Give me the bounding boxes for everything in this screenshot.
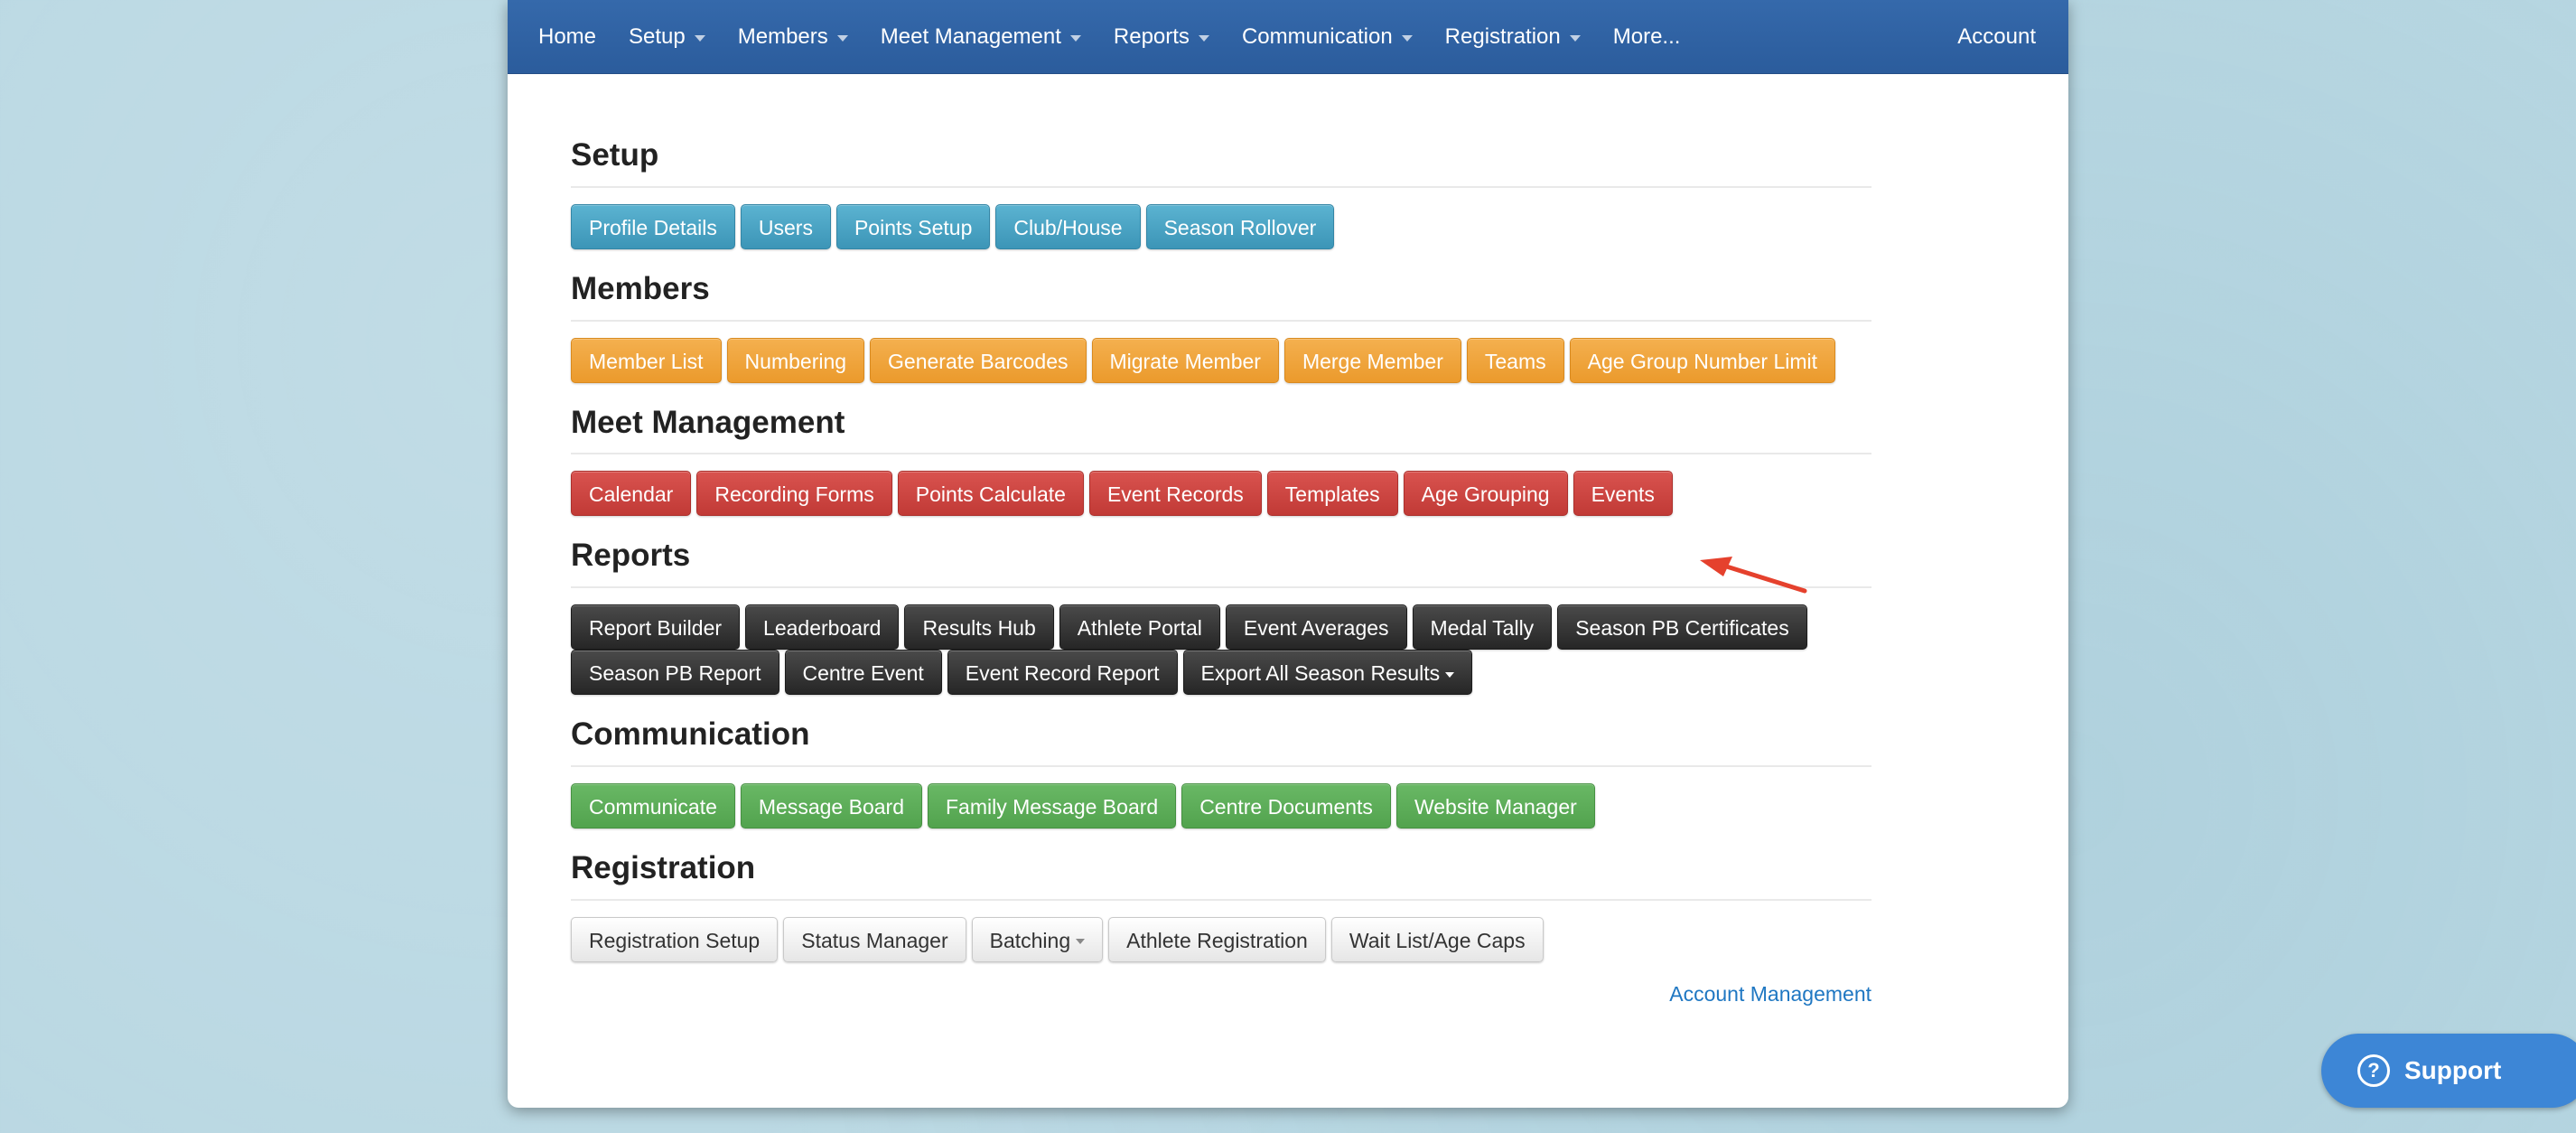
athlete-registration-button[interactable]: Athlete Registration [1108, 916, 1326, 962]
section-meet-management: Meet Management Calendar Recording Forms… [571, 403, 1871, 517]
migrate-member-button[interactable]: Migrate Member [1091, 337, 1279, 383]
event-record-report-button[interactable]: Event Record Report [947, 650, 1178, 695]
age-group-number-limit-button[interactable]: Age Group Number Limit [1569, 337, 1836, 383]
nav-communication-label: Communication [1241, 23, 1393, 49]
section-members: Members Member List Numbering Generate B… [571, 269, 1871, 383]
season-rollover-button[interactable]: Season Rollover [1145, 203, 1335, 249]
section-registration: Registration Registration Setup Status M… [571, 848, 1871, 962]
report-builder-button[interactable]: Report Builder [571, 604, 741, 650]
season-pb-report-button[interactable]: Season PB Report [571, 650, 779, 695]
section-title-reports: Reports [571, 536, 1871, 588]
recording-forms-button[interactable]: Recording Forms [696, 471, 892, 517]
main-panel: Home Setup Members Meet Management Repor… [508, 0, 2068, 1108]
nav-registration-label: Registration [1444, 23, 1561, 49]
athlete-portal-button[interactable]: Athlete Portal [1059, 604, 1220, 650]
dashboard-content: Setup Profile Details Users Points Setup… [571, 136, 1871, 1018]
registration-setup-button[interactable]: Registration Setup [571, 916, 779, 962]
section-setup: Setup Profile Details Users Points Setup… [571, 136, 1871, 249]
chevron-down-icon [1076, 939, 1086, 945]
nav-account-label: Account [1957, 23, 2036, 49]
event-averages-button[interactable]: Event Averages [1225, 604, 1407, 650]
generate-barcodes-button[interactable]: Generate Barcodes [870, 337, 1087, 383]
age-grouping-button[interactable]: Age Grouping [1403, 471, 1568, 517]
nav-setup[interactable]: Setup [629, 24, 705, 50]
leaderboard-button[interactable]: Leaderboard [745, 604, 900, 650]
wait-list-age-caps-button[interactable]: Wait List/Age Caps [1330, 916, 1544, 962]
section-title-members: Members [571, 269, 1871, 322]
chevron-down-icon [694, 34, 705, 42]
templates-button[interactable]: Templates [1266, 471, 1398, 517]
chevron-down-icon [1069, 34, 1081, 42]
nav-account[interactable]: Account [1957, 24, 2036, 50]
nav-more-label: More... [1612, 23, 1681, 49]
medal-tally-button[interactable]: Medal Tally [1412, 604, 1553, 650]
annotation-arrow [1700, 557, 1807, 594]
event-records-button[interactable]: Event Records [1088, 471, 1262, 517]
section-title-meet-management: Meet Management [571, 403, 1871, 455]
message-board-button[interactable]: Message Board [740, 782, 922, 829]
calendar-button[interactable]: Calendar [571, 471, 692, 517]
club-house-button[interactable]: Club/House [995, 203, 1141, 249]
centre-event-button[interactable]: Centre Event [784, 650, 942, 695]
nav-home-label: Home [538, 23, 597, 49]
chevron-down-icon [1198, 34, 1209, 42]
nav-setup-label: Setup [629, 23, 686, 49]
merge-member-button[interactable]: Merge Member [1283, 337, 1461, 383]
top-navbar: Home Setup Members Meet Management Repor… [508, 0, 2068, 74]
status-manager-button[interactable]: Status Manager [783, 916, 966, 962]
export-all-season-results-label: Export All Season Results [1200, 661, 1441, 685]
section-title-setup: Setup [571, 136, 1871, 188]
nav-reports[interactable]: Reports [1114, 24, 1209, 50]
nav-members[interactable]: Members [738, 24, 848, 50]
communicate-button[interactable]: Communicate [571, 782, 735, 829]
support-label: Support [2404, 1056, 2502, 1084]
nav-home[interactable]: Home [538, 24, 596, 50]
chevron-down-icon [1401, 34, 1413, 42]
section-title-communication: Communication [571, 715, 1871, 767]
batching-dropdown[interactable]: Batching [971, 916, 1104, 962]
points-setup-button[interactable]: Points Setup [835, 203, 991, 249]
support-button[interactable]: ? Support [2321, 1034, 2576, 1108]
family-message-board-button[interactable]: Family Message Board [927, 782, 1177, 829]
nav-registration[interactable]: Registration [1445, 24, 1581, 50]
nav-meet-management[interactable]: Meet Management [881, 24, 1081, 50]
teams-button[interactable]: Teams [1466, 337, 1564, 383]
help-question-icon: ? [2357, 1054, 2390, 1087]
points-calculate-button[interactable]: Points Calculate [897, 471, 1084, 517]
profile-details-button[interactable]: Profile Details [571, 203, 735, 249]
results-hub-button[interactable]: Results Hub [904, 604, 1054, 650]
account-management-link[interactable]: Account Management [1669, 982, 1871, 1007]
events-button[interactable]: Events [1573, 471, 1673, 517]
numbering-button[interactable]: Numbering [726, 337, 865, 383]
website-manager-button[interactable]: Website Manager [1395, 782, 1595, 829]
users-button[interactable]: Users [740, 203, 831, 249]
chevron-down-icon [836, 34, 848, 42]
section-communication: Communication Communicate Message Board … [571, 715, 1871, 829]
nav-members-label: Members [737, 23, 828, 49]
centre-documents-button[interactable]: Centre Documents [1181, 782, 1391, 829]
chevron-down-icon [1445, 671, 1455, 678]
chevron-down-icon [1569, 34, 1581, 42]
nav-more[interactable]: More... [1613, 24, 1681, 50]
season-pb-certificates-button[interactable]: Season PB Certificates [1557, 604, 1807, 650]
nav-reports-label: Reports [1113, 23, 1190, 49]
export-all-season-results-dropdown[interactable]: Export All Season Results [1182, 650, 1473, 695]
batching-label: Batching [989, 928, 1071, 952]
nav-meet-management-label: Meet Management [880, 23, 1061, 49]
section-reports: Reports Report Builder Leaderboard Resul… [571, 536, 1871, 695]
member-list-button[interactable]: Member List [571, 337, 722, 383]
nav-communication[interactable]: Communication [1242, 24, 1413, 50]
section-title-registration: Registration [571, 848, 1871, 901]
